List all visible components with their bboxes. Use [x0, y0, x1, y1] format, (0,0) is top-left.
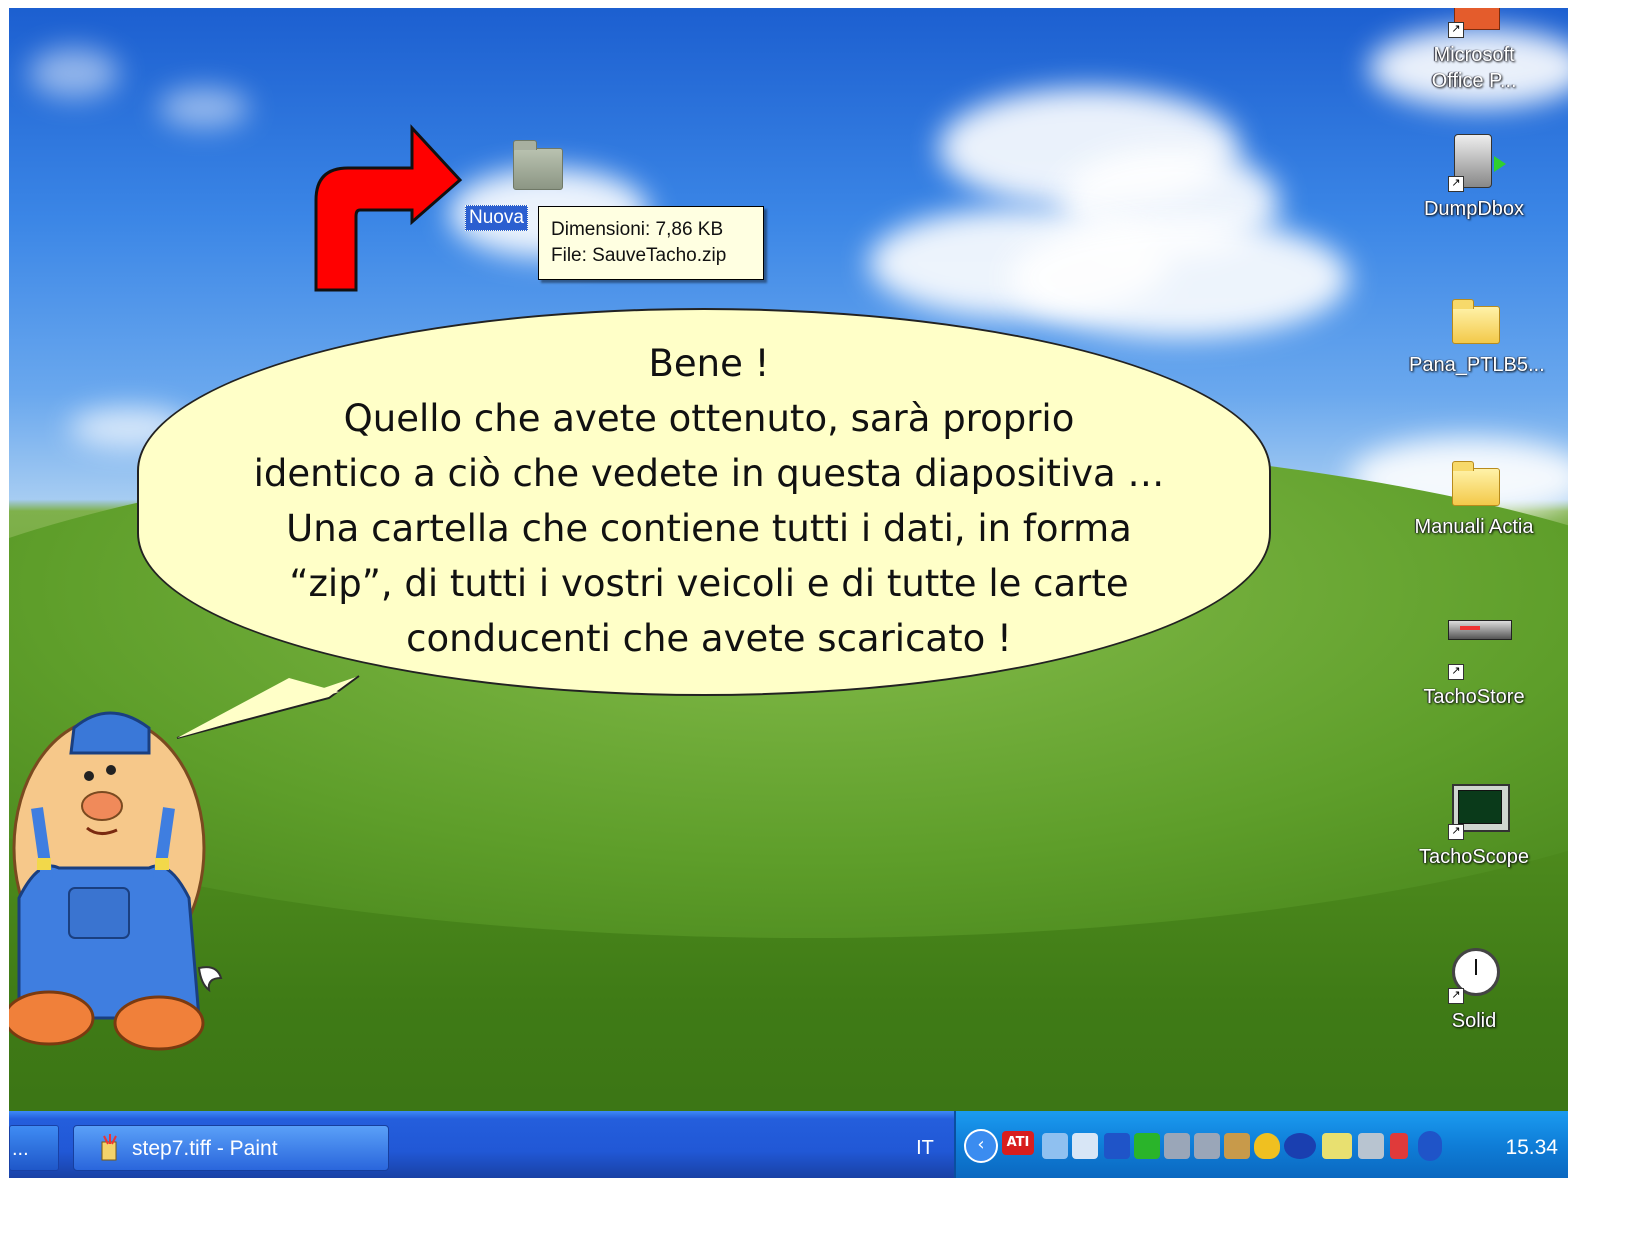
battery-icon[interactable] — [1390, 1133, 1408, 1159]
clock[interactable]: 15.34 — [1505, 1125, 1558, 1171]
icon-label: DumpDbox — [1423, 198, 1525, 220]
desktop-icon-microsoft-office[interactable]: ↗ Microsoft Office P... — [1409, 8, 1539, 94]
folder-icon — [1452, 461, 1500, 506]
shortcut-arrow-icon: ↗ — [1448, 824, 1464, 840]
bubble-line: identico a ciò che vedete in questa diap… — [253, 452, 1165, 495]
activity-monitor-icon[interactable] — [1284, 1133, 1316, 1159]
taskbar-button-truncated[interactable]: ... — [9, 1125, 59, 1171]
bubble-line: Una cartella che contiene tutti i dati, … — [286, 507, 1132, 550]
red-arrow-icon — [314, 124, 463, 292]
tooltip-size: Dimensioni: 7,86 KB — [551, 219, 724, 240]
icon-label: Pana_PTLB5... — [1409, 354, 1545, 376]
folder-label-nuova[interactable]: Nuova — [465, 205, 528, 231]
desktop: Nuova Dimensioni: 7,86 KB File: SauveTac… — [9, 8, 1568, 1178]
security-shield-icon[interactable] — [1254, 1133, 1280, 1159]
taskbar-button-label: step7.tiff - Paint — [132, 1137, 278, 1160]
firewall-icon[interactable] — [1224, 1133, 1250, 1159]
shortcut-arrow-icon: ↗ — [1448, 664, 1464, 680]
language-indicator[interactable]: IT — [905, 1125, 945, 1171]
wifi-icon[interactable] — [1134, 1133, 1160, 1159]
icon-label: TachoStore — [1423, 686, 1525, 708]
taskbar-button-paint[interactable]: step7.tiff - Paint — [73, 1125, 389, 1171]
desktop-icon-manuali-actia[interactable]: Manuali Actia — [1409, 458, 1539, 540]
bubble-line: Bene ! — [648, 342, 770, 385]
ati-icon[interactable]: ATI — [1002, 1131, 1034, 1155]
icon-label: TachoScope — [1418, 846, 1530, 868]
desktop-icon-tachoscope[interactable]: ↗ TachoScope — [1409, 780, 1539, 870]
taskbar: ... step7.tiff - Paint IT ‹ ATI 15.34 — [9, 1111, 1568, 1178]
bluetooth-icon[interactable] — [1104, 1133, 1130, 1159]
speaker-icon[interactable] — [1072, 1133, 1098, 1159]
display-icon[interactable] — [1358, 1133, 1384, 1159]
desktop-icon-pana-folder[interactable]: Pana_PTLB5... — [1409, 296, 1545, 378]
icon-label: Microsoft — [1433, 44, 1515, 66]
icon-label: Office P... — [1431, 70, 1517, 92]
tachostore-shortcut-icon — [1448, 620, 1512, 640]
file-tooltip: Dimensioni: 7,86 KB File: SauveTacho.zip — [538, 206, 764, 280]
network-icon[interactable] — [1042, 1133, 1068, 1159]
shortcut-arrow-icon: ↗ — [1448, 988, 1464, 1004]
shortcut-arrow-icon: ↗ — [1448, 22, 1464, 38]
bubble-line: Quello che avete ottenuto, sarà proprio — [343, 397, 1075, 440]
bubble-line: “zip”, di tutti i vostri veicoli e di tu… — [289, 562, 1129, 605]
icon-label: Solid — [1451, 1010, 1497, 1032]
desktop-icon-solid[interactable]: ↗ Solid — [1409, 944, 1539, 1034]
shortcut-arrow-icon: ↗ — [1448, 176, 1464, 192]
network-disconnected-icon-2[interactable] — [1194, 1133, 1220, 1159]
card-reader-icon[interactable] — [1322, 1133, 1352, 1159]
folder-icon — [513, 140, 563, 190]
paint-icon — [101, 1134, 117, 1161]
show-hidden-icons-chevron-icon[interactable]: ‹ — [964, 1129, 998, 1163]
network-disconnected-icon[interactable] — [1164, 1133, 1190, 1159]
tooltip-file: File: SauveTacho.zip — [551, 245, 727, 266]
folder-icon — [1452, 299, 1500, 344]
desktop-icon-tachostore[interactable]: ↗ TachoStore — [1409, 616, 1539, 710]
speech-bubble-text: Bene ! Quello che avete ottenuto, sarà p… — [169, 336, 1249, 666]
icon-label: Manuali Actia — [1414, 516, 1534, 538]
nuova-folder-item[interactable] — [509, 140, 569, 200]
system-tray: ‹ ATI 15.34 — [954, 1111, 1568, 1178]
mechanic-mascot-image — [9, 711, 223, 1051]
bubble-line: conducenti che avete scaricato ! — [406, 617, 1012, 660]
desktop-icon-dumpdbox[interactable]: ↗ DumpDbox — [1409, 132, 1539, 222]
bluetooth-tray-icon[interactable] — [1418, 1131, 1442, 1161]
